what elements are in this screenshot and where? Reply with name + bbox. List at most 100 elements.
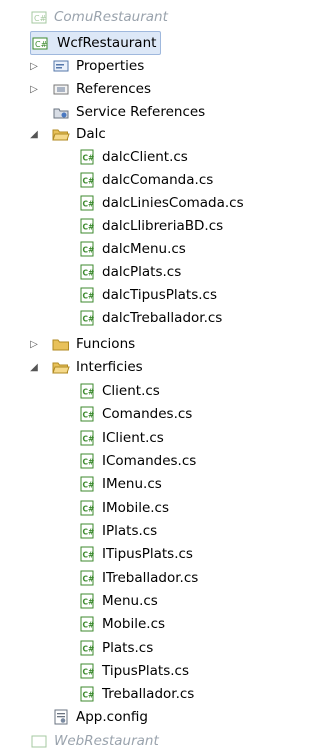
service-references-icon — [52, 104, 70, 120]
project-label: ComuRestaurant — [54, 9, 168, 25]
svg-text:C#: C# — [34, 14, 47, 23]
file-item[interactable]: C# Treballador.cs — [78, 683, 196, 705]
svg-text:C#: C# — [83, 388, 95, 397]
file-item[interactable]: C# dalcComanda.cs — [78, 169, 215, 191]
cs-file-icon: C# — [78, 593, 96, 609]
solution-explorer-tree: C# ComuRestaurant C# WcfRestaurant ▷ Pro… — [0, 0, 270, 749]
cs-file-icon: C# — [78, 195, 96, 211]
svg-text:C#: C# — [83, 154, 95, 163]
file-item[interactable]: C# IMobile.cs — [78, 497, 171, 519]
cs-file-icon: C# — [78, 476, 96, 492]
file-item[interactable]: C# dalcTreballador.cs — [78, 307, 224, 329]
cs-project-icon: C# — [30, 9, 48, 25]
cs-file-icon: C# — [78, 686, 96, 702]
cs-project-icon: C# — [31, 35, 49, 51]
svg-text:C#: C# — [83, 668, 95, 677]
cs-file-icon: C# — [78, 172, 96, 188]
svg-text:C#: C# — [83, 315, 95, 324]
file-label: dalcTipusPlats.cs — [102, 287, 217, 303]
properties-icon — [52, 58, 70, 74]
svg-text:C#: C# — [83, 621, 95, 630]
file-item[interactable]: C# dalcTipusPlats.cs — [78, 284, 219, 306]
project-node-comurestaurant[interactable]: C# ComuRestaurant — [30, 6, 170, 28]
svg-text:C#: C# — [83, 551, 95, 560]
file-item[interactable]: C# dalcLlibreriaBD.cs — [78, 215, 225, 237]
expand-arrow[interactable]: ▷ — [28, 55, 40, 77]
cs-file-icon: C# — [78, 640, 96, 656]
tree-item-references[interactable]: References — [52, 78, 153, 100]
svg-text:C#: C# — [83, 458, 95, 467]
references-icon — [52, 81, 70, 97]
svg-text:C#: C# — [83, 598, 95, 607]
file-label: IMobile.cs — [102, 500, 170, 516]
file-label: IClient.cs — [102, 430, 164, 446]
file-label: Plats.cs — [102, 640, 154, 656]
cs-file-icon: C# — [78, 264, 96, 280]
svg-text:C#: C# — [83, 505, 95, 514]
tree-item-label: Service References — [76, 104, 206, 120]
svg-text:C#: C# — [83, 292, 95, 301]
svg-text:C#: C# — [83, 435, 95, 444]
cs-file-icon: C# — [78, 616, 96, 632]
file-item[interactable]: C# IPlats.cs — [78, 520, 159, 542]
file-item[interactable]: C# Comandes.cs — [78, 403, 194, 425]
svg-text:C#: C# — [35, 40, 48, 49]
file-item[interactable]: C# IMenu.cs — [78, 473, 164, 495]
file-item[interactable]: C# dalcLiniesComada.cs — [78, 192, 246, 214]
svg-text:C#: C# — [83, 528, 95, 537]
file-item[interactable]: C# ITipusPlats.cs — [78, 543, 195, 565]
file-item[interactable]: C# Plats.cs — [78, 637, 155, 659]
file-item[interactable]: C# dalcPlats.cs — [78, 261, 183, 283]
folder-interficies[interactable]: Interficies — [52, 356, 145, 378]
svg-text:C#: C# — [83, 575, 95, 584]
folder-open-icon — [52, 359, 70, 375]
file-label: dalcMenu.cs — [102, 241, 186, 257]
project-node-webrestaurant[interactable]: WebRestaurant — [30, 730, 161, 752]
file-item[interactable]: C# Menu.cs — [78, 590, 160, 612]
collapse-arrow[interactable]: ◢ — [28, 356, 40, 378]
file-item[interactable]: C# Mobile.cs — [78, 613, 167, 635]
tree-item-service-references[interactable]: Service References — [52, 101, 207, 123]
project-label: WebRestaurant — [54, 733, 159, 749]
tree-item-label: References — [76, 81, 152, 97]
collapse-arrow[interactable]: ◢ — [28, 123, 40, 145]
file-label: dalcLlibreriaBD.cs — [102, 218, 224, 234]
folder-dalc[interactable]: Dalc — [52, 123, 108, 145]
cs-file-icon: C# — [78, 523, 96, 539]
web-project-icon — [30, 733, 48, 749]
tree-item-properties[interactable]: Properties — [52, 55, 146, 77]
file-item[interactable]: C# TipusPlats.cs — [78, 660, 191, 682]
cs-file-icon: C# — [78, 430, 96, 446]
project-label: WcfRestaurant — [57, 35, 157, 51]
svg-text:C#: C# — [83, 645, 95, 654]
svg-text:C#: C# — [83, 481, 95, 490]
svg-text:C#: C# — [83, 411, 95, 420]
expand-arrow[interactable]: ▷ — [28, 78, 40, 100]
file-item[interactable]: C# dalcMenu.cs — [78, 238, 188, 260]
file-label: Menu.cs — [102, 593, 158, 609]
file-item[interactable]: C# IClient.cs — [78, 427, 166, 449]
file-item[interactable]: C# Client.cs — [78, 380, 162, 402]
expand-arrow[interactable]: ▷ — [28, 333, 40, 355]
cs-file-icon: C# — [78, 287, 96, 303]
svg-text:C#: C# — [83, 177, 95, 186]
file-label: App.config — [76, 709, 148, 725]
file-item-app-config[interactable]: App.config — [52, 706, 150, 728]
file-label: dalcComanda.cs — [102, 172, 214, 188]
cs-file-icon: C# — [78, 546, 96, 562]
file-item[interactable]: C# dalcClient.cs — [78, 146, 190, 168]
file-label: dalcPlats.cs — [102, 264, 182, 280]
file-label: dalcClient.cs — [102, 149, 188, 165]
svg-text:C#: C# — [83, 223, 95, 232]
cs-file-icon: C# — [78, 310, 96, 326]
file-label: ITreballador.cs — [102, 570, 199, 586]
folder-funcions[interactable]: Funcions — [52, 333, 137, 355]
svg-text:C#: C# — [83, 691, 95, 700]
file-item[interactable]: C# IComandes.cs — [78, 450, 198, 472]
file-label: IPlats.cs — [102, 523, 158, 539]
folder-label: Interficies — [76, 359, 143, 375]
cs-file-icon: C# — [78, 383, 96, 399]
project-node-wcfrestaurant[interactable]: C# WcfRestaurant — [30, 31, 162, 55]
file-item[interactable]: C# ITreballador.cs — [78, 567, 200, 589]
file-label: IMenu.cs — [102, 476, 162, 492]
